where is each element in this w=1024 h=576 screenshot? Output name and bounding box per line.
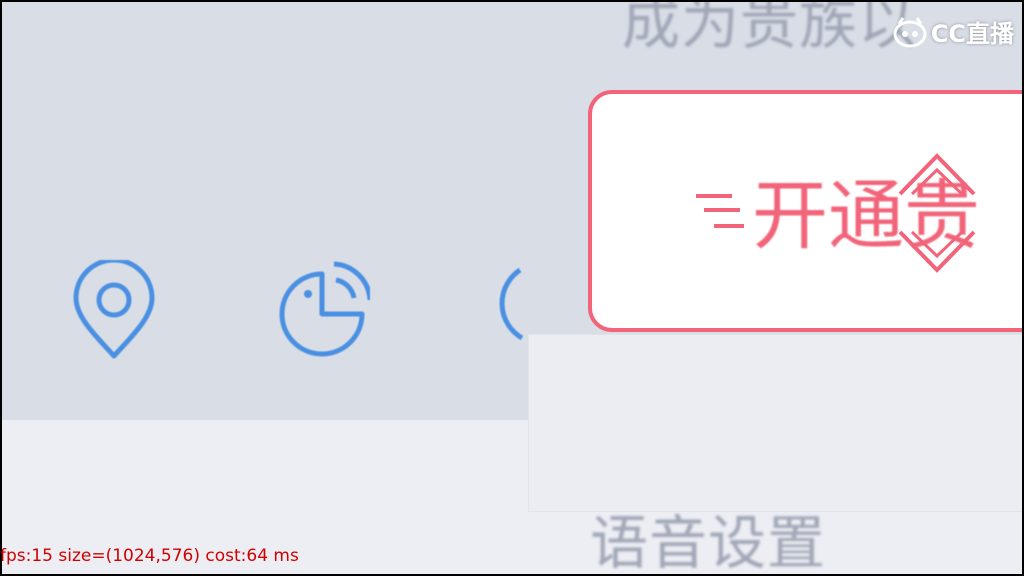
top-banner-text: 成为贵族以	[622, 2, 918, 57]
speed-lines-icon	[696, 194, 744, 228]
diamond-icon	[898, 153, 976, 273]
cc-logo-icon	[893, 16, 927, 47]
overlay-panel	[528, 334, 1022, 512]
open-vip-button[interactable]: 开通贵	[588, 90, 1022, 332]
pie-chart-icon[interactable]	[274, 260, 373, 360]
debug-overlay-text: fps:15 size=(1024,576) cost:64 ms	[0, 546, 299, 566]
brand-watermark: CC直播	[893, 14, 1014, 49]
brand-label: CC直播	[930, 20, 1014, 48]
app-frame: 成为贵族以 语音设置 开通贵 CC直播	[2, 2, 1022, 574]
location-pin-icon[interactable]	[68, 257, 164, 360]
partial-circle-icon[interactable]	[486, 260, 582, 360]
